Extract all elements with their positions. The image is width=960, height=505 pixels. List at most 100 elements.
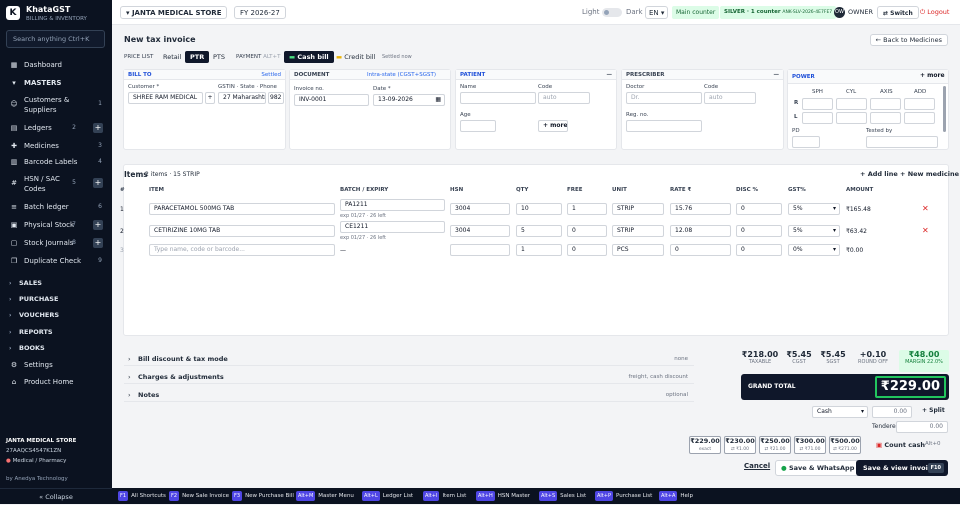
new-qty-field[interactable]: 1	[516, 244, 562, 256]
r-cyl-field[interactable]	[836, 98, 867, 110]
collapse-icon[interactable]: —	[607, 70, 613, 80]
pd-field[interactable]	[792, 136, 820, 148]
power-scrollbar[interactable]	[943, 86, 946, 132]
shortcut-alt-l[interactable]: Alt+L Ledger List	[362, 491, 413, 501]
sidebar-item-ledgers[interactable]: ▤ Ledgers 2 +	[0, 120, 112, 136]
search-input[interactable]: Search anything Ctrl+K	[6, 30, 105, 48]
new-hsn-field[interactable]	[450, 244, 510, 256]
item-field[interactable]: PARACETAMOL 500MG TAB	[149, 203, 335, 215]
patient-more-button[interactable]: + more	[538, 120, 568, 132]
logout-button[interactable]: ⏻ Logout	[920, 6, 949, 19]
sidebar-group-reports[interactable]: › REPORTS	[9, 328, 53, 336]
new-gst-select[interactable]: 0% ▾	[788, 244, 840, 256]
payment-amount-field[interactable]: 0.00	[872, 406, 912, 418]
sidebar-group-vouchers[interactable]: › VOUCHERS	[9, 311, 59, 319]
gst-select[interactable]: 5% ▾	[788, 203, 840, 215]
shortcut-alt-m[interactable]: Alt+M Master Menu	[296, 491, 354, 501]
credit-bill-button[interactable]: ▬ Credit bill	[331, 51, 380, 63]
sidebar-item-hsn-sac[interactable]: # HSN / SAC Codes 5 +	[0, 172, 112, 194]
customer-add-button[interactable]: +	[205, 92, 215, 104]
quick-cash-230-button[interactable]: ₹230.00 ⇄ ₹1.00	[724, 436, 756, 454]
free-field[interactable]: 1	[567, 203, 607, 215]
shortcut-f3[interactable]: F3 New Purchase Bill	[232, 491, 294, 501]
r-add-field[interactable]	[904, 98, 935, 110]
sidebar-group-books[interactable]: › BOOKS	[9, 344, 45, 352]
quick-cash-250-button[interactable]: ₹250.00 ⇄ ₹21.00	[759, 436, 791, 454]
item-field[interactable]: CETIRIZINE 10MG TAB	[149, 225, 335, 237]
delete-row-icon[interactable]: ✕	[922, 204, 929, 213]
back-button[interactable]: ← Back to Medicines	[869, 34, 948, 46]
count-cash-button[interactable]: ▣ Count cash	[876, 441, 925, 449]
sidebar-group-masters[interactable]: ▾ MASTERS	[0, 75, 112, 91]
l-add-field[interactable]	[904, 112, 935, 124]
shortcut-alt-h[interactable]: Alt+H HSN Master	[476, 491, 530, 501]
shortcut-f1[interactable]: F1 All Shortcuts	[118, 491, 166, 501]
shortcut-alt-s[interactable]: Alt+S Sales List	[539, 491, 586, 501]
l-sph-field[interactable]	[802, 112, 833, 124]
fy-selector[interactable]: FY 2026-27	[234, 6, 286, 19]
disc-field[interactable]: 0	[736, 203, 782, 215]
sidebar-item-customers-suppliers[interactable]: ☺ Customers & Suppliers 1	[0, 93, 112, 115]
add-physical-stock-button[interactable]: +	[93, 220, 103, 230]
switch-button[interactable]: ⇄ Switch	[877, 6, 919, 19]
split-button[interactable]: + Split	[922, 407, 945, 414]
quick-cash-exact-button[interactable]: ₹229.00 exact	[689, 436, 721, 454]
delete-row-icon[interactable]: ✕	[922, 226, 929, 235]
unit-field[interactable]: STRIP	[612, 203, 664, 215]
state-field[interactable]: 27 Maharashtra	[218, 92, 266, 104]
free-field[interactable]: 0	[567, 225, 607, 237]
shortcut-alt-p[interactable]: Alt+P Purchase List	[595, 491, 652, 501]
doctor-code-field[interactable]: auto	[704, 92, 756, 104]
collapse-button[interactable]: « Collapse	[0, 488, 112, 504]
tendered-field[interactable]: 0.00	[896, 421, 948, 433]
sidebar-item-dashboard[interactable]: ▦ Dashboard	[0, 57, 112, 73]
sidebar-item-batch-ledger[interactable]: ≡ Batch ledger 6	[0, 199, 112, 215]
price-list-retail[interactable]: Retail	[158, 51, 186, 63]
cash-bill-button[interactable]: ▬ Cash bill	[284, 51, 334, 63]
patient-code-field[interactable]: auto	[538, 92, 590, 104]
quick-cash-300-button[interactable]: ₹300.00 ⇄ ₹71.00	[794, 436, 826, 454]
payment-mode-select[interactable]: Cash ▾	[812, 406, 868, 418]
new-free-field[interactable]: 0	[567, 244, 607, 256]
add-stock-journal-button[interactable]: +	[93, 238, 103, 248]
invoice-no-field[interactable]: INV-0001	[294, 94, 369, 106]
power-more-button[interactable]: + more	[916, 71, 946, 83]
theme-toggle[interactable]	[602, 6, 622, 19]
doctor-field[interactable]: Dr.	[626, 92, 702, 104]
sidebar-group-purchase[interactable]: › PURCHASE	[9, 295, 58, 303]
sidebar-item-product-home[interactable]: ⌂ Product Home	[0, 374, 112, 390]
rate-field[interactable]: 12.08	[670, 225, 731, 237]
l-cyl-field[interactable]	[836, 112, 867, 124]
add-line-button[interactable]: + Add line	[860, 170, 898, 178]
hsn-field[interactable]: 3004	[450, 203, 510, 215]
batch-field[interactable]: CE1211	[340, 221, 445, 233]
new-item-field[interactable]: Type name, code or barcode...	[149, 244, 335, 256]
new-disc-field[interactable]: 0	[736, 244, 782, 256]
avatar[interactable]: OW	[834, 7, 845, 18]
l-axis-field[interactable]	[870, 112, 901, 124]
price-list-pts[interactable]: PTS	[208, 51, 230, 63]
sidebar-item-settings[interactable]: ⚙ Settings	[0, 357, 112, 373]
r-sph-field[interactable]	[802, 98, 833, 110]
new-medicine-button[interactable]: + New medicine	[900, 170, 959, 178]
cancel-button[interactable]: Cancel	[744, 462, 770, 470]
collapse-icon[interactable]: —	[774, 70, 780, 80]
disc-field[interactable]: 0	[736, 225, 782, 237]
qty-field[interactable]: 10	[516, 203, 562, 215]
notes-row[interactable]: › Notes optional	[124, 388, 694, 402]
date-field[interactable]: 13-09-2026 ▦	[373, 94, 445, 106]
customer-field[interactable]: SHREE RAM MEDICAL	[128, 92, 203, 104]
sidebar-item-barcode-labels[interactable]: ▥ Barcode Labels 4	[0, 154, 112, 170]
sidebar-item-duplicate-check[interactable]: ❐ Duplicate Check 9	[0, 253, 112, 269]
rate-field[interactable]: 15.76	[670, 203, 731, 215]
qty-field[interactable]: 5	[516, 225, 562, 237]
sidebar-group-sales[interactable]: › SALES	[9, 279, 42, 287]
gst-select[interactable]: 5% ▾	[788, 225, 840, 237]
hsn-field[interactable]: 3004	[450, 225, 510, 237]
shortcut-alt-i[interactable]: Alt+I Item List	[423, 491, 466, 501]
save-view-invoice-button[interactable]: Save & view invoice F10	[856, 460, 948, 476]
batch-field[interactable]: PA1211	[340, 199, 445, 211]
shortcut-alt-a[interactable]: Alt+A Help	[659, 491, 693, 501]
new-rate-field[interactable]: 0	[670, 244, 731, 256]
add-ledger-button[interactable]: +	[93, 123, 103, 133]
